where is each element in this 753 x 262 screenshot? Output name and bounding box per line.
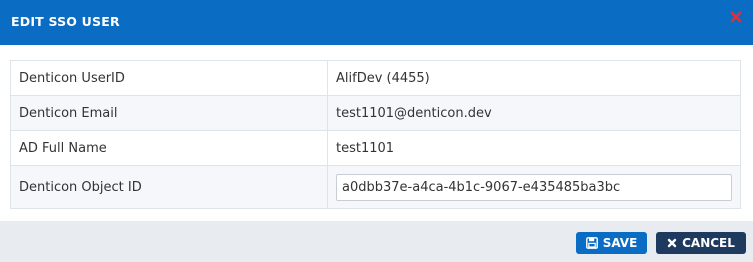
dialog-footer: SAVE CANCEL: [0, 221, 753, 262]
dialog-body: Denticon UserID AlifDev (4455) Denticon …: [0, 45, 753, 221]
table-row: Denticon Object ID: [10, 165, 741, 209]
table-row: AD Full Name test1101: [10, 130, 741, 166]
dialog-title: EDIT SSO USER: [11, 14, 120, 29]
edit-sso-user-dialog: EDIT SSO USER Denticon UserID AlifDev (4…: [0, 0, 753, 262]
field-value-full-name: test1101: [327, 130, 741, 166]
field-label-email: Denticon Email: [10, 95, 328, 131]
object-id-input[interactable]: [336, 173, 732, 201]
x-icon: [667, 238, 677, 248]
floppy-disk-icon: [585, 237, 598, 249]
field-label-object-id: Denticon Object ID: [10, 165, 328, 209]
cancel-button[interactable]: CANCEL: [656, 232, 746, 254]
table-row: Denticon Email test1101@denticon.dev: [10, 95, 741, 131]
save-label: SAVE: [602, 236, 638, 250]
cancel-label: CANCEL: [682, 236, 735, 250]
save-button[interactable]: SAVE: [576, 232, 647, 254]
close-icon[interactable]: [728, 9, 744, 25]
field-value-userid: AlifDev (4455): [327, 60, 741, 96]
table-row: Denticon UserID AlifDev (4455): [10, 60, 741, 96]
user-info-table: Denticon UserID AlifDev (4455) Denticon …: [10, 60, 741, 209]
field-value-object-id-cell: [327, 165, 741, 209]
field-label-full-name: AD Full Name: [10, 130, 328, 166]
field-value-email: test1101@denticon.dev: [327, 95, 741, 131]
field-label-userid: Denticon UserID: [10, 60, 328, 96]
dialog-header: EDIT SSO USER: [0, 0, 753, 45]
